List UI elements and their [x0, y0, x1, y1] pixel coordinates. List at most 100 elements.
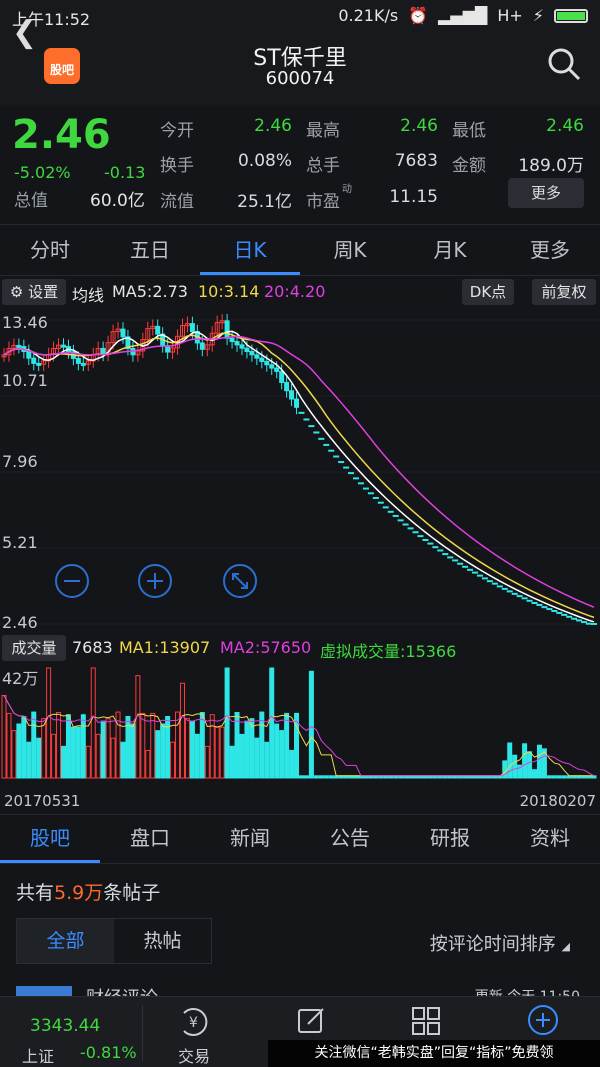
tab-more[interactable]: 更多: [500, 225, 600, 275]
volume-bar: [150, 712, 156, 779]
volume-bar: [155, 730, 161, 779]
volume-bar: [41, 718, 47, 779]
settings-button[interactable]: ⚙ 设置: [2, 279, 66, 305]
candle: [397, 519, 404, 522]
volume-bar: [36, 737, 42, 779]
candle: [561, 613, 568, 616]
candle: [491, 582, 498, 585]
network-speed: 0.21K/s: [338, 6, 399, 25]
market-cap-value: 60.0亿: [90, 191, 145, 211]
network-type: H+: [497, 6, 523, 25]
more-button[interactable]: 更多: [508, 178, 584, 208]
candle: [427, 542, 434, 545]
filter-all[interactable]: 全部: [17, 919, 114, 963]
amount-label: 金额: [452, 156, 486, 176]
candle: [31, 357, 37, 364]
candle: [442, 553, 449, 556]
volume-bar: [512, 754, 518, 779]
tab-news[interactable]: 新闻: [200, 815, 300, 863]
volume-bar: [165, 716, 171, 779]
volume-bar: [189, 720, 195, 779]
virtual-volume: 虚拟成交量:15366: [320, 642, 457, 661]
volume-bar: [507, 742, 513, 779]
candle: [531, 601, 538, 604]
tab-weekly-k[interactable]: 周K: [300, 225, 400, 275]
candle: [387, 510, 394, 513]
index-change: -0.81%: [80, 1043, 137, 1062]
volume-bar: [323, 775, 329, 779]
volume-bar: [289, 749, 295, 779]
volume-bar: [110, 737, 116, 779]
candle: [417, 535, 424, 538]
volume-bar: [274, 723, 280, 779]
tab-order-book[interactable]: 盘口: [100, 815, 200, 863]
candle: [372, 496, 379, 499]
trade-label[interactable]: 交易: [178, 1043, 210, 1067]
candle: [501, 587, 508, 590]
low-value: 2.46: [546, 116, 584, 136]
candlestick-chart[interactable]: 13.46 10.71 7.96 5.21 2.46: [0, 306, 600, 632]
volume-indicator-button[interactable]: 成交量: [2, 635, 66, 661]
candle: [224, 320, 230, 339]
volume-bar: [6, 712, 12, 779]
volume-bar: [239, 733, 245, 779]
zoom-in-icon[interactable]: [138, 564, 172, 598]
candle: [392, 514, 399, 517]
candle: [541, 606, 548, 609]
tab-guba[interactable]: 股吧: [0, 815, 100, 863]
tab-five-day[interactable]: 五日: [100, 225, 200, 275]
low-label: 最低: [452, 121, 486, 141]
date-axis: 20170531 20180207: [0, 792, 600, 814]
volume-bar: [179, 682, 185, 779]
candle: [308, 425, 315, 428]
candle: [362, 487, 369, 490]
volume-bar: [120, 741, 126, 779]
tab-announcements[interactable]: 公告: [300, 815, 400, 863]
candle: [486, 580, 493, 583]
add-watchlist-icon[interactable]: [526, 1003, 560, 1037]
watermark-banner: 关注微信“老韩实盘”回复“指标”免费领: [268, 1040, 600, 1067]
tab-daily-k[interactable]: 日K: [200, 225, 300, 275]
candle: [511, 592, 518, 595]
volume-bar: [51, 733, 57, 779]
candle: [60, 344, 66, 348]
candle: [100, 347, 106, 355]
volume-value: 7683: [394, 151, 438, 171]
ma-row: ⚙ 设置 均线 MA5:2.73 10:3.14 20:4.20 DK点 前复权: [0, 278, 600, 306]
volume-bar: [303, 775, 309, 779]
svg-text:¥: ¥: [189, 1015, 198, 1031]
sort-dropdown[interactable]: 按评论时间排序 ◢: [430, 930, 570, 956]
post-count: 共有5.9万条帖子: [16, 882, 161, 904]
dk-point-button[interactable]: DK点: [462, 279, 514, 305]
volume-bar: [90, 667, 96, 779]
filter-hot[interactable]: 热帖: [114, 919, 211, 963]
compose-icon[interactable]: [296, 1005, 328, 1037]
volume-bar: [328, 775, 334, 779]
volume-bar: [209, 714, 215, 779]
zoom-out-icon[interactable]: [55, 564, 89, 598]
volume-bar: [224, 667, 230, 779]
grid-icon[interactable]: [410, 1005, 442, 1037]
yuan-icon[interactable]: ¥: [178, 1007, 212, 1037]
candle: [402, 523, 409, 526]
candle: [289, 390, 295, 400]
volume-bar: [16, 723, 22, 779]
adjust-price-button[interactable]: 前复权: [532, 279, 596, 305]
candle: [189, 323, 195, 333]
candle: [481, 577, 488, 580]
tab-monthly-k[interactable]: 月K: [400, 225, 500, 275]
tab-profile[interactable]: 资料: [500, 815, 600, 863]
tab-intraday[interactable]: 分时: [0, 225, 100, 275]
candle: [476, 574, 483, 577]
index-value[interactable]: 3343.44: [30, 1016, 100, 1036]
volume-chart[interactable]: 42万: [0, 662, 600, 792]
candle: [432, 546, 439, 549]
candle: [437, 549, 444, 552]
ma10-value: 10:3.14: [198, 282, 260, 301]
tab-research[interactable]: 研报: [400, 815, 500, 863]
search-icon[interactable]: [546, 46, 582, 82]
fullscreen-icon[interactable]: [223, 564, 257, 598]
candle: [536, 603, 543, 606]
candle: [254, 354, 260, 359]
volume-bar: [135, 675, 141, 779]
